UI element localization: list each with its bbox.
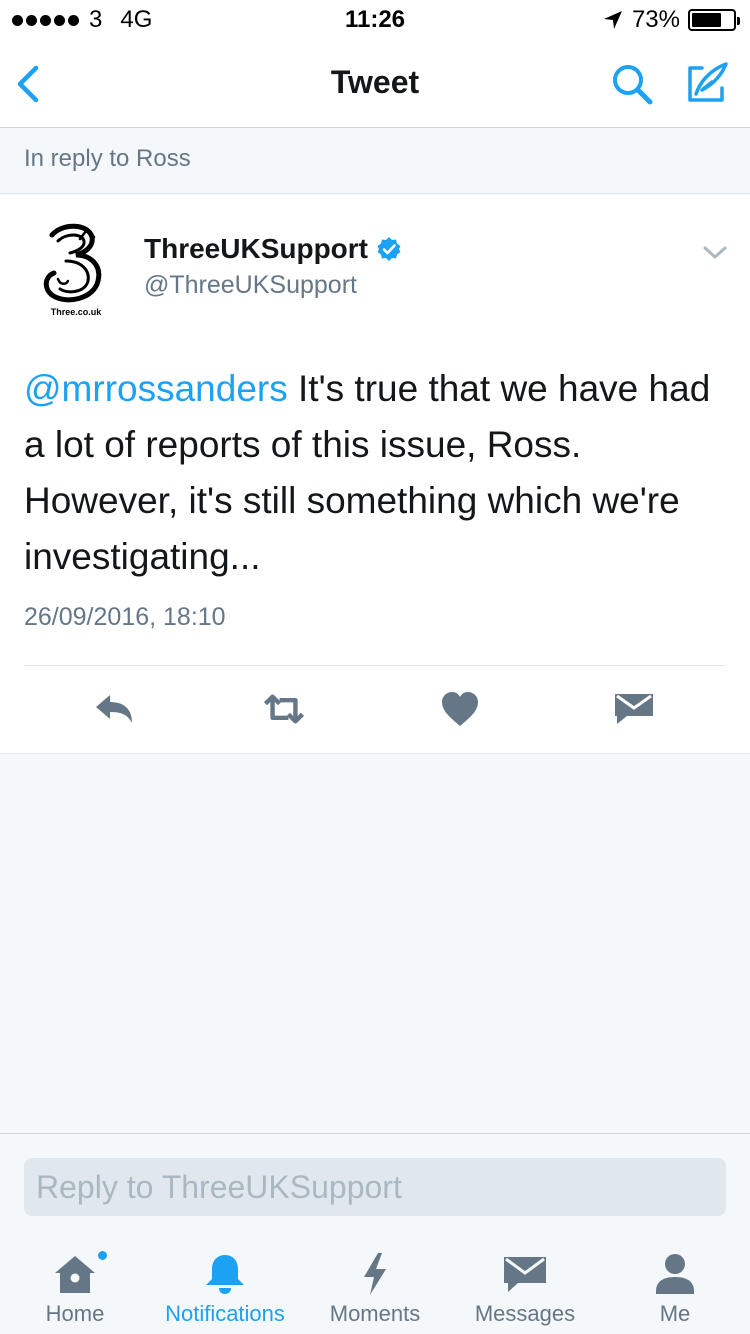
- battery-percent: 73%: [631, 6, 680, 33]
- verified-badge-icon: [377, 237, 401, 261]
- reply-context-label: In reply to Ross: [24, 145, 191, 172]
- bell-icon: [206, 1255, 244, 1294]
- reply-icon: [96, 695, 132, 723]
- three-logo-icon: Three.co.uk: [43, 223, 103, 317]
- status-right: 73%: [602, 6, 740, 34]
- heart-icon: [442, 692, 478, 726]
- tab-label: Me: [659, 1301, 691, 1326]
- retweet-icon: [263, 694, 305, 724]
- tab-notifications[interactable]: Notifications: [150, 1237, 300, 1334]
- retweet-button[interactable]: [262, 689, 306, 729]
- reply-button[interactable]: [92, 689, 136, 729]
- navigation-bar: Tweet: [0, 40, 750, 128]
- mention-link[interactable]: @mrrossanders: [24, 368, 288, 409]
- tweet-timestamp: 26/09/2016, 18:10: [24, 603, 226, 631]
- lightning-icon: [364, 1253, 386, 1295]
- envelope-icon: [615, 694, 653, 724]
- author-block[interactable]: ThreeUKSupport @ThreeUKSupport: [144, 233, 402, 300]
- like-button[interactable]: [438, 689, 482, 729]
- tab-label: Notifications: [165, 1301, 285, 1326]
- chevron-down-icon: [703, 246, 727, 259]
- reply-input[interactable]: [24, 1158, 726, 1216]
- tab-label: Moments: [329, 1301, 421, 1326]
- location-arrow-icon: [603, 11, 622, 29]
- tab-label: Messages: [474, 1301, 576, 1326]
- reply-composer: [0, 1133, 750, 1237]
- tweet-text: @mrrossanders It's true that we have had…: [24, 361, 724, 585]
- home-icon: [55, 1256, 95, 1293]
- search-icon: [613, 65, 653, 105]
- direct-message-button[interactable]: [612, 689, 656, 729]
- author-name: ThreeUKSupport: [144, 233, 368, 264]
- status-bar: 3 4G 11:26 73%: [0, 0, 750, 40]
- compose-tweet-button[interactable]: [682, 60, 730, 108]
- battery-fill: [692, 13, 722, 27]
- avatar[interactable]: Three.co.uk: [36, 221, 120, 317]
- envelope-icon: [504, 1257, 546, 1292]
- tweet-detail: Three.co.uk ThreeUKSupport @ThreeUKSuppo…: [0, 195, 750, 754]
- search-button[interactable]: [608, 60, 656, 108]
- compose-icon: [688, 62, 728, 102]
- home-unread-dot: [96, 1249, 109, 1262]
- avatar-text: Three.co.uk: [51, 307, 103, 317]
- author-handle: @ThreeUKSupport: [144, 271, 357, 299]
- battery-icon: [688, 9, 740, 31]
- tweet-menu-button[interactable]: [702, 243, 728, 263]
- tab-home[interactable]: Home: [0, 1237, 150, 1334]
- tab-me[interactable]: Me: [600, 1237, 750, 1334]
- reply-context[interactable]: In reply to Ross: [0, 129, 750, 194]
- tab-bar: Home Notifications Moments Messages Me: [0, 1237, 750, 1334]
- tab-moments[interactable]: Moments: [300, 1237, 450, 1334]
- tab-messages[interactable]: Messages: [450, 1237, 600, 1334]
- author-name-row: ThreeUKSupport: [144, 233, 402, 265]
- person-icon: [656, 1254, 694, 1294]
- divider: [24, 665, 726, 666]
- tab-label: Home: [45, 1301, 105, 1326]
